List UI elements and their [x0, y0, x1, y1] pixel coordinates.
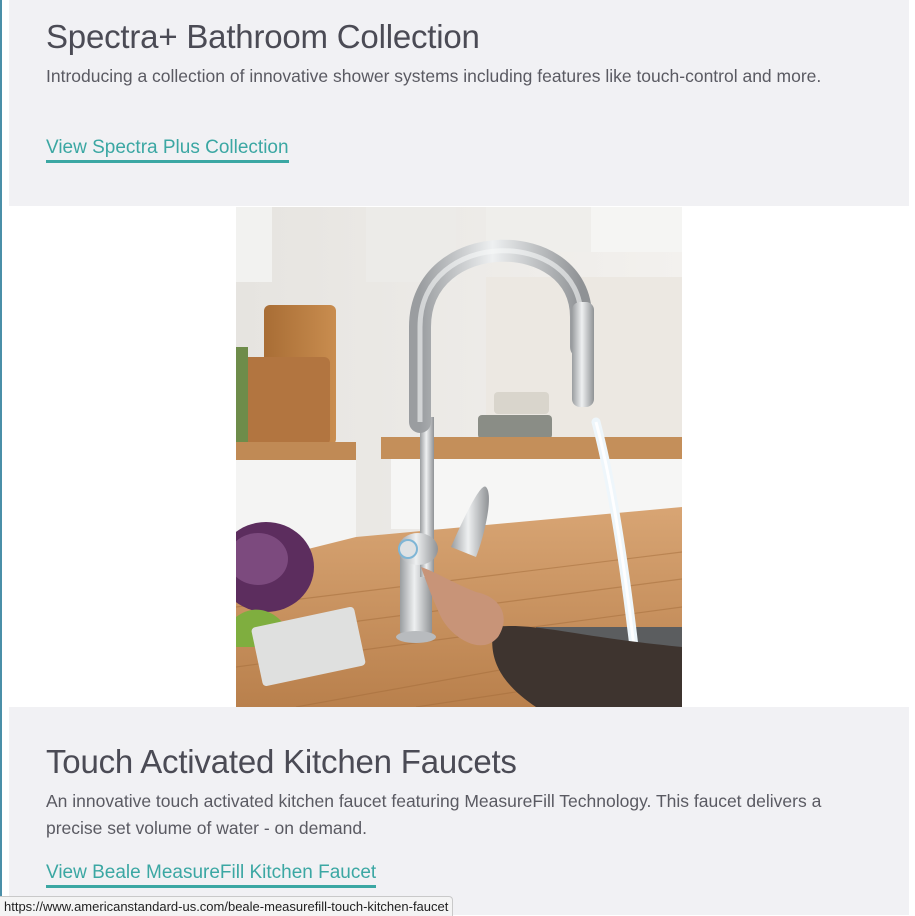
link-status-url: https://www.americanstandard-us.com/beal…	[0, 896, 454, 916]
section-description: Introducing a collection of innovative s…	[46, 66, 822, 86]
faucet-photo-illustration	[236, 207, 682, 707]
section-title: Spectra+ Bathroom Collection	[46, 18, 480, 55]
section-description: An innovative touch activated kitchen fa…	[46, 791, 822, 838]
section-title: Touch Activated Kitchen Faucets	[46, 743, 517, 780]
page-left-border	[0, 0, 2, 915]
spectra-section: Spectra+ Bathroom Collection Introducing…	[9, 0, 909, 206]
touch-faucet-section: Touch Activated Kitchen Faucets An innov…	[9, 707, 909, 915]
view-spectra-link[interactable]: View Spectra Plus Collection	[46, 137, 289, 163]
kitchen-faucet-image[interactable]	[236, 207, 682, 707]
view-beale-link[interactable]: View Beale MeasureFill Kitchen Faucet	[46, 862, 377, 888]
